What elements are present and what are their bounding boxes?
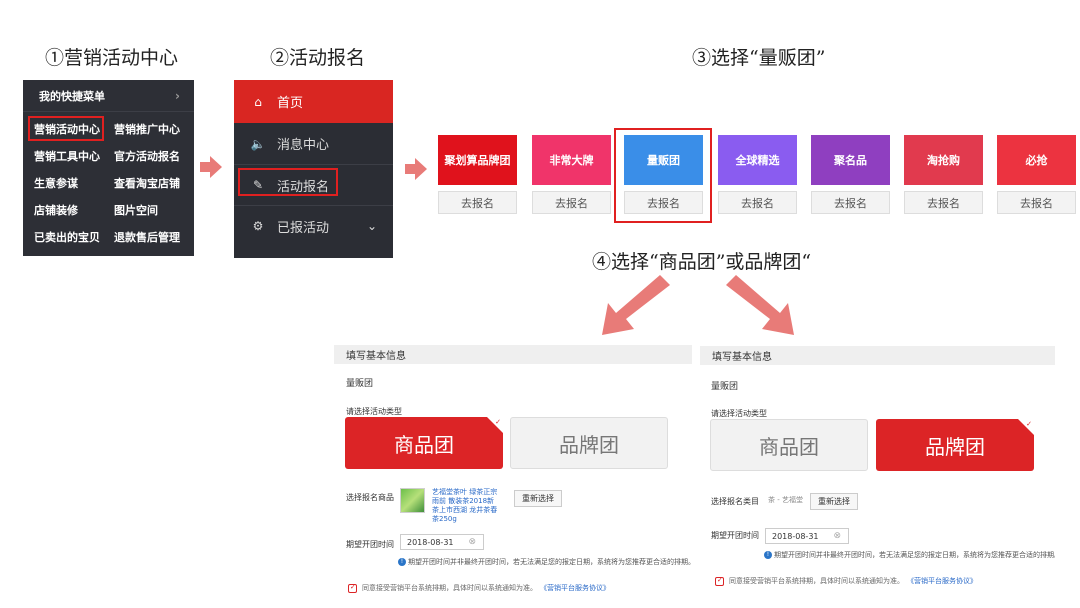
reselect-button[interactable]: 重新选择 — [810, 493, 858, 510]
tile-must-grab[interactable]: 必抢 — [997, 135, 1076, 185]
speaker-icon: 🔈 — [250, 136, 266, 151]
service-agreement-link[interactable]: 《营销平台服务协议》 — [907, 576, 977, 586]
date-value: 2018-08-31 — [772, 531, 819, 541]
date-note: ! 期望开团时间并非最终开团时间，若无法满足您的报定日期，系统将为您推荐更合适的排… — [398, 557, 692, 567]
register-button[interactable]: 去报名 — [997, 191, 1076, 214]
home-icon: ⌂ — [254, 94, 262, 109]
form-subtitle: 量贩团 — [346, 379, 374, 389]
menu-official-activity-signup[interactable]: 官方活动报名 — [114, 143, 194, 170]
date-label: 期望开团时间 — [711, 531, 759, 540]
nav-registered-activities[interactable]: ⚙ 已报活动 ⌄ — [234, 205, 393, 246]
goods-group-card[interactable]: 商品团 ✓ — [345, 417, 503, 469]
agreement-row: 同意接受营销平台系统排期，具体时间以系统通知为准。 《营销平台服务协议》 — [348, 583, 610, 593]
chevron-right-icon: › — [175, 88, 180, 103]
tile-global-select[interactable]: 全球精选 — [718, 135, 797, 185]
brand-group-card[interactable]: 品牌团 — [510, 417, 668, 469]
register-button[interactable]: 去报名 — [718, 191, 797, 214]
select-category-label: 选择报名类目 — [711, 497, 759, 506]
step-4-caption: ④选择“商品团”或品牌团“ — [592, 251, 812, 273]
arrow-right-icon — [405, 158, 427, 180]
arrow-right-icon — [200, 156, 222, 178]
select-product-label: 选择报名商品 — [346, 493, 394, 502]
date-field[interactable]: 2018-08-31 ⊗ — [400, 534, 484, 550]
form-subtitle: 量贩团 — [711, 382, 739, 392]
quick-menu-title: 我的快捷菜单 — [39, 89, 105, 103]
reselect-button[interactable]: 重新选择 — [514, 490, 562, 507]
menu-view-taobao-store[interactable]: 查看淘宝店铺 — [114, 170, 194, 197]
register-button[interactable]: 去报名 — [438, 191, 517, 214]
menu-refund-management[interactable]: 退款售后管理 — [114, 224, 194, 251]
tile-juhuasuan-brand[interactable]: 聚划算品牌团 — [438, 135, 517, 185]
date-note-text: 期望开团时间并非最终开团时间，若无法满足您的报定日期，系统将为您推荐更合适的排期… — [408, 558, 692, 566]
menu-marketing-tools-center[interactable]: 营销工具中心 — [34, 143, 114, 170]
nav-home[interactable]: ⌂ 首页 — [234, 80, 393, 123]
product-link[interactable]: 艺福堂茶叶 绿茶正宗雨前 散装茶2018新茶上市西湖 龙井茶春茶250g — [432, 488, 498, 524]
step-2-caption: ②活动报名 — [270, 47, 366, 69]
nav-message-center-label: 消息中心 — [277, 138, 330, 153]
form-brand-group: 填写基本信息 量贩团 请选择活动类型 商品团 品牌团 ✓ 选择报名类目 茶 - … — [700, 345, 1055, 608]
date-label: 期望开团时间 — [346, 540, 394, 549]
check-icon: ✓ — [495, 418, 501, 426]
agreement-checkbox[interactable] — [348, 583, 357, 593]
brand-group-card[interactable]: 品牌团 ✓ — [876, 419, 1034, 471]
nav-registered-activities-label: 已报活动 — [277, 220, 330, 236]
activity-type-label: 请选择活动类型 — [711, 409, 767, 418]
agreement-text: 同意接受营销平台系统排期，具体时间以系统通知为准。 — [729, 577, 904, 585]
highlight-box-step2 — [238, 168, 338, 196]
quick-menu-panel: 我的快捷菜单 › 营销活动中心 营销推广中心 营销工具中心 官方活动报名 生意参… — [23, 80, 194, 256]
gear-icon: ⚙ — [252, 219, 264, 233]
highlight-box-step1 — [28, 116, 104, 141]
category-value: 茶 - 艺福堂 — [768, 496, 803, 504]
clear-icon[interactable]: ⊗ — [468, 537, 476, 547]
clear-icon[interactable]: ⊗ — [833, 531, 841, 541]
form-goods-group: 填写基本信息 量贩团 请选择活动类型 商品团 ✓ 品牌团 选择报名商品 艺福堂茶… — [334, 345, 692, 608]
brand-group-card-label: 品牌团 — [925, 434, 985, 459]
menu-business-advisor[interactable]: 生意参谋 — [34, 170, 114, 197]
menu-image-space[interactable]: 图片空间 — [114, 197, 194, 224]
date-value: 2018-08-31 — [407, 537, 454, 547]
register-button[interactable]: 去报名 — [811, 191, 890, 214]
menu-store-decoration[interactable]: 店铺装修 — [34, 197, 114, 224]
agreement-checkbox[interactable] — [715, 576, 724, 586]
product-thumbnail[interactable] — [400, 488, 425, 513]
agreement-row: 同意接受营销平台系统排期，具体时间以系统通知为准。 《营销平台服务协议》 — [715, 576, 977, 586]
menu-marketing-promotion-center[interactable]: 营销推广中心 — [114, 116, 194, 143]
date-note: ! 期望开团时间并非最终开团时间，若无法满足您的报定日期，系统将为您推荐更合适的排… — [764, 550, 1055, 560]
nav-home-label: 首页 — [277, 96, 304, 111]
goods-group-card-label: 商品团 — [394, 432, 454, 457]
form-header: 填写基本信息 — [700, 346, 1055, 365]
date-field[interactable]: 2018-08-31 ⊗ — [765, 528, 849, 544]
tile-flash-sale[interactable]: 淘抢购 — [904, 135, 983, 185]
check-icon: ✓ — [1026, 420, 1032, 428]
arrow-down-right-icon — [726, 275, 794, 335]
agreement-text: 同意接受营销平台系统排期，具体时间以系统通知为准。 — [362, 584, 537, 592]
highlight-box-step3 — [614, 128, 712, 223]
step-1-caption: ①营销活动中心 — [45, 47, 179, 69]
register-button[interactable]: 去报名 — [532, 191, 611, 214]
info-icon: ! — [398, 558, 406, 566]
nav-message-center[interactable]: 🔈 消息中心 — [234, 123, 393, 164]
form-header: 填写基本信息 — [334, 345, 692, 364]
menu-sold-items[interactable]: 已卖出的宝贝 — [34, 224, 114, 251]
date-note-text: 期望开团时间并非最终开团时间，若无法满足您的报定日期，系统将为您推荐更合适的排期… — [774, 551, 1055, 559]
quick-menu-header[interactable]: 我的快捷菜单 › — [23, 80, 194, 112]
step-3-caption: ③选择“量贩团” — [692, 47, 826, 69]
tile-famous-brands[interactable]: 聚名品 — [811, 135, 890, 185]
arrow-down-left-icon — [602, 275, 670, 335]
activity-type-label: 请选择活动类型 — [346, 407, 402, 416]
tile-big-brand[interactable]: 非常大牌 — [532, 135, 611, 185]
brand-group-card-label: 品牌团 — [559, 432, 619, 457]
goods-group-card-label: 商品团 — [759, 434, 819, 459]
register-button[interactable]: 去报名 — [904, 191, 983, 214]
info-icon: ! — [764, 551, 772, 559]
chevron-down-icon: ⌄ — [366, 219, 377, 233]
service-agreement-link[interactable]: 《营销平台服务协议》 — [540, 583, 610, 593]
goods-group-card[interactable]: 商品团 — [710, 419, 868, 471]
